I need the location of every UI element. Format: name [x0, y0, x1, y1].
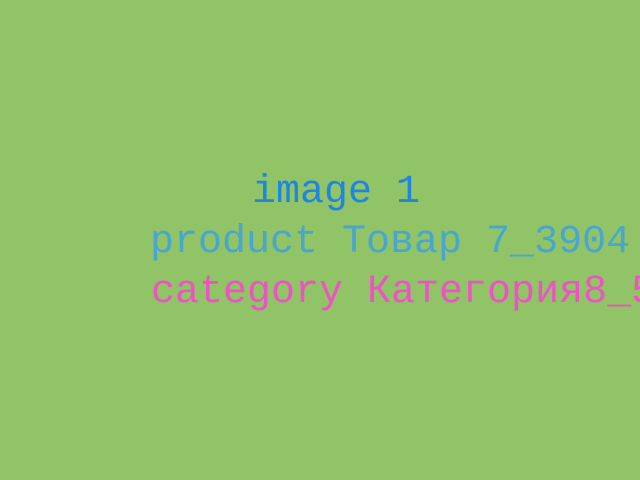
category-label: category Категория8_5	[151, 270, 640, 315]
product-label: product Товар 7_3904	[150, 220, 631, 265]
image-title: image 1	[252, 170, 421, 215]
